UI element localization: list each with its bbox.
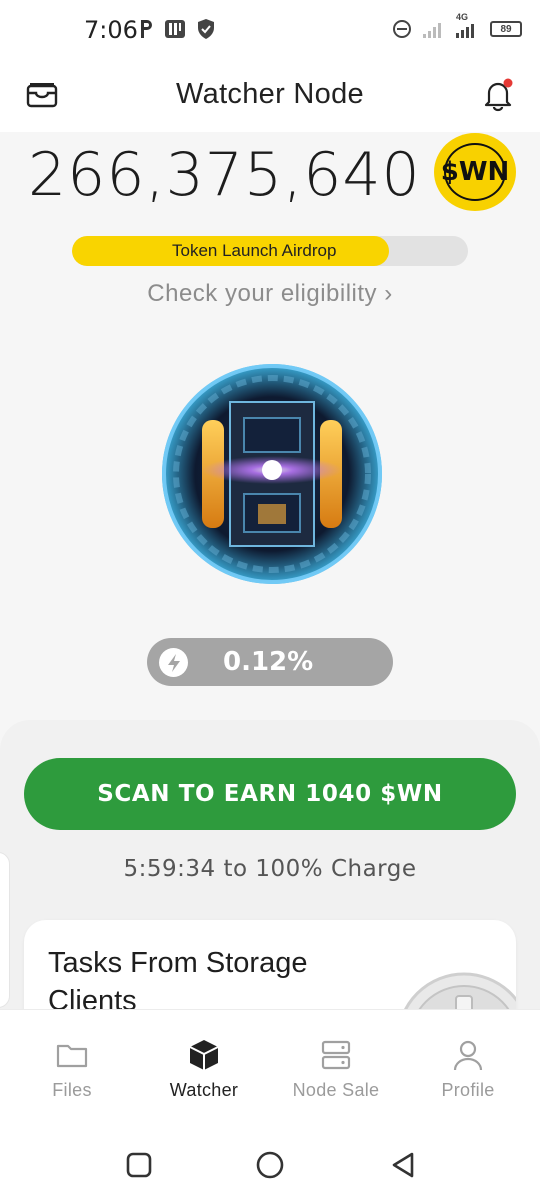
folder-icon bbox=[56, 1044, 88, 1068]
status-bar: 7:06 4G 89 bbox=[0, 0, 540, 60]
nav-item-node-sale[interactable]: Node Sale bbox=[276, 1038, 396, 1108]
battery-level: 89 bbox=[500, 23, 512, 35]
charge-countdown: 5:59:34 to 100% Charge bbox=[123, 856, 417, 882]
check-eligibility-link[interactable]: Check your eligibility › bbox=[0, 280, 540, 308]
nav-item-profile[interactable]: Profile bbox=[408, 1038, 528, 1108]
page-title: Watcher Node bbox=[176, 78, 364, 110]
charge-indicator: 0.12% bbox=[147, 638, 393, 686]
airdrop-progress[interactable]: Token Launch Airdrop bbox=[72, 236, 468, 266]
signal-icon bbox=[422, 19, 444, 39]
battery-icon: 89 bbox=[490, 21, 522, 37]
scan-to-earn-button[interactable]: SCAN TO EARN 1040 $WN bbox=[24, 758, 516, 830]
nav-label-files: Files bbox=[52, 1080, 92, 1100]
token-symbol: $WN bbox=[440, 157, 510, 187]
nav-item-files[interactable]: Files bbox=[12, 1038, 132, 1108]
network-label: 4G bbox=[456, 12, 469, 22]
nav-label-node-sale: Node Sale bbox=[292, 1080, 380, 1100]
node-orb-image[interactable] bbox=[160, 362, 384, 586]
balance-amount: 266,375,640 bbox=[28, 140, 421, 210]
token-badge: $WN bbox=[434, 133, 516, 211]
system-nav-bar bbox=[0, 1140, 540, 1190]
shield-icon bbox=[196, 18, 216, 40]
nav-item-watcher[interactable]: Watcher bbox=[144, 1038, 264, 1108]
back-icon[interactable] bbox=[388, 1150, 418, 1180]
status-time: 7:06 bbox=[84, 16, 138, 44]
cube-icon bbox=[189, 1040, 219, 1070]
parking-icon bbox=[164, 18, 186, 40]
notifications-button[interactable] bbox=[482, 78, 514, 112]
chevron-right-icon: › bbox=[384, 280, 393, 307]
recents-icon[interactable] bbox=[124, 1150, 154, 1180]
status-left-icons bbox=[138, 18, 216, 40]
airdrop-label: Token Launch Airdrop bbox=[172, 241, 337, 260]
app-bar: Watcher Node bbox=[0, 60, 540, 132]
lightning-icon bbox=[159, 648, 188, 677]
user-icon bbox=[453, 1040, 483, 1071]
charge-percent: 0.12% bbox=[223, 647, 314, 677]
status-right-icons: 4G 89 bbox=[392, 12, 522, 40]
signal-4g-icon: 4G bbox=[454, 12, 480, 40]
eligibility-text: Check your eligibility bbox=[147, 280, 378, 307]
nav-label-profile: Profile bbox=[441, 1080, 495, 1100]
side-card-edge[interactable] bbox=[0, 852, 10, 1008]
bell-icon bbox=[484, 78, 513, 112]
server-icon bbox=[321, 1040, 351, 1070]
home-icon[interactable] bbox=[255, 1150, 285, 1180]
nav-label-watcher: Watcher bbox=[169, 1080, 239, 1100]
p-icon bbox=[138, 18, 154, 40]
dnd-icon bbox=[392, 19, 412, 39]
